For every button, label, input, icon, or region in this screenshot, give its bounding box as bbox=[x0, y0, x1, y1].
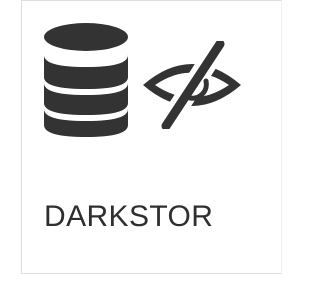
tile-label: DARKSTOR bbox=[44, 200, 214, 233]
darkstor-tile[interactable]: DARKSTOR bbox=[21, 0, 282, 274]
database-icon bbox=[44, 23, 128, 137]
eye-slash-icon bbox=[143, 41, 241, 129]
